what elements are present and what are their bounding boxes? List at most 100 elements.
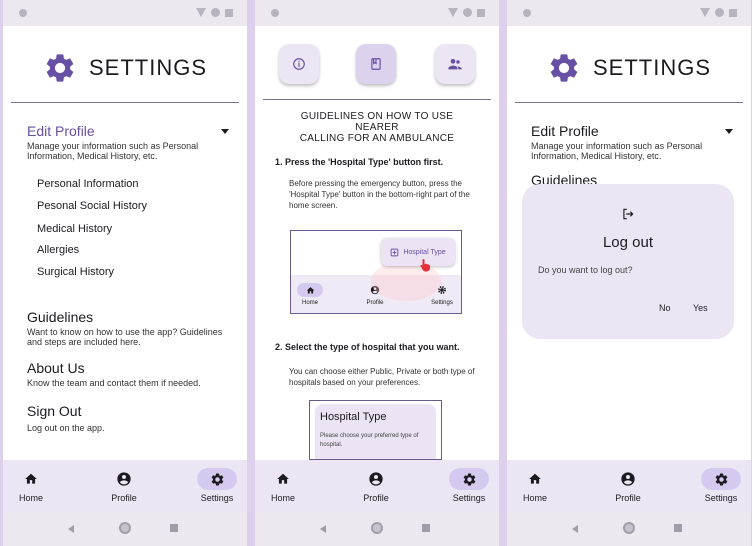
system-nav-bar xyxy=(507,512,751,546)
edit-profile-title[interactable]: Edit Profile xyxy=(531,123,739,139)
about-description: Know the team and contact them if needed… xyxy=(27,378,201,388)
chevron-down-icon[interactable] xyxy=(725,129,733,134)
signout-description: Log out on the app. xyxy=(27,423,105,433)
bottom-nav: Home Profile Settings xyxy=(507,460,751,512)
signout-title[interactable]: Sign Out xyxy=(27,403,235,419)
demo-hospital-type-label: Hospital Type xyxy=(403,248,446,256)
recents-icon[interactable] xyxy=(170,524,178,532)
signout-section[interactable]: Sign Out Log out on the app. xyxy=(27,403,235,433)
camera-dot-icon xyxy=(19,9,27,17)
home-icon[interactable] xyxy=(515,468,555,490)
demo-card-title: Hospital Type xyxy=(320,411,387,423)
edit-profile-description: Manage your information such as Personal… xyxy=(27,141,199,161)
dialog-title: Log out xyxy=(602,234,654,251)
wifi-icon xyxy=(448,8,458,17)
signal-icon xyxy=(211,8,220,17)
step-2-illustration: Hospital Type Please choose your preferr… xyxy=(309,400,442,460)
guide-book-button[interactable] xyxy=(356,44,396,84)
yes-button[interactable]: Yes xyxy=(693,303,708,313)
nav-profile[interactable]: Profile xyxy=(346,460,406,512)
sub-item-surgical-history[interactable]: Surgical History xyxy=(37,266,114,278)
guidelines-heading: GUIDELINES ON HOW TO USE NEARER CALLING … xyxy=(255,111,499,144)
nav-home-label: Home xyxy=(270,493,295,503)
nav-settings-label: Settings xyxy=(704,493,738,503)
home-icon xyxy=(297,283,323,297)
signal-icon xyxy=(715,8,724,17)
back-icon[interactable] xyxy=(68,525,74,533)
hospital-icon xyxy=(391,248,399,256)
hand-pointer-icon xyxy=(420,259,430,272)
chevron-down-icon[interactable] xyxy=(221,129,229,134)
gear-icon xyxy=(46,54,74,82)
gear-icon xyxy=(550,54,578,82)
page-title: SETTINGS xyxy=(88,55,207,80)
edit-profile-section[interactable]: Edit Profile Manage your information suc… xyxy=(27,123,235,161)
page-title: SETTINGS xyxy=(592,55,711,80)
gear-icon[interactable] xyxy=(701,468,741,490)
battery-icon xyxy=(477,8,485,17)
home-icon[interactable] xyxy=(263,468,303,490)
nav-profile[interactable]: Profile xyxy=(598,460,658,512)
sub-item-allergies[interactable]: Allergies xyxy=(37,244,79,256)
logout-dialog-screen: SETTINGS Edit Profile Manage your inform… xyxy=(507,0,751,546)
home-circle-icon[interactable] xyxy=(623,522,635,534)
team-button[interactable] xyxy=(435,44,475,84)
battery-icon xyxy=(729,8,737,17)
home-circle-icon[interactable] xyxy=(119,522,131,534)
wifi-icon xyxy=(196,8,206,17)
recents-icon[interactable] xyxy=(674,524,682,532)
status-bar xyxy=(3,0,247,26)
nav-profile-label: Profile xyxy=(363,493,389,503)
wifi-icon xyxy=(700,8,710,17)
profile-icon[interactable] xyxy=(104,468,144,490)
gear-icon[interactable] xyxy=(197,468,237,490)
edit-profile-section[interactable]: Edit Profile Manage your information suc… xyxy=(531,123,739,161)
guidelines-description: Want to know on how to use the app? Guid… xyxy=(27,327,223,347)
nav-settings[interactable]: Settings xyxy=(439,460,499,512)
guidelines-title[interactable]: Guidelines xyxy=(27,309,235,325)
sub-item-personal-information[interactable]: Personal Information xyxy=(37,178,139,190)
no-button[interactable]: No xyxy=(659,303,671,313)
guidelines-section[interactable]: Guidelines Want to know on how to use th… xyxy=(27,309,235,347)
profile-icon[interactable] xyxy=(608,468,648,490)
bottom-nav: Home Profile Settings xyxy=(3,460,247,512)
nav-settings[interactable]: Settings xyxy=(691,460,751,512)
book-icon xyxy=(371,58,381,70)
demo-settings-label: Settings xyxy=(431,300,453,306)
step-2-text: You can choose either Public, Private or… xyxy=(289,367,475,387)
sub-item-social-history[interactable]: Pesonal Social History xyxy=(37,200,147,212)
home-circle-icon[interactable] xyxy=(371,522,383,534)
demo-hospital-type-button: Hospital Type xyxy=(381,238,455,266)
about-title[interactable]: About Us xyxy=(27,360,235,376)
home-icon[interactable] xyxy=(11,468,51,490)
logout-icon xyxy=(623,208,634,220)
nav-home[interactable]: Home xyxy=(507,460,565,512)
system-nav-bar xyxy=(3,512,247,546)
status-bar xyxy=(507,0,751,26)
system-nav-bar xyxy=(255,512,499,546)
info-button[interactable] xyxy=(279,44,319,84)
edit-profile-title[interactable]: Edit Profile xyxy=(27,123,235,139)
heading-line-2: NEARER xyxy=(355,122,399,133)
nav-profile[interactable]: Profile xyxy=(94,460,154,512)
camera-dot-icon xyxy=(523,9,531,17)
status-bar xyxy=(255,0,499,26)
nav-settings[interactable]: Settings xyxy=(187,460,247,512)
gear-icon[interactable] xyxy=(449,468,489,490)
about-section[interactable]: About Us Know the team and contact them … xyxy=(27,360,235,388)
back-icon[interactable] xyxy=(572,525,578,533)
nav-home[interactable]: Home xyxy=(255,460,313,512)
guidelines-screen: GUIDELINES ON HOW TO USE NEARER CALLING … xyxy=(255,0,499,546)
signal-icon xyxy=(463,8,472,17)
nav-home[interactable]: Home xyxy=(3,460,61,512)
recents-icon[interactable] xyxy=(422,524,430,532)
demo-profile-label: Profile xyxy=(366,300,384,306)
nav-profile-label: Profile xyxy=(615,493,641,503)
sub-item-medical-history[interactable]: Medical History xyxy=(37,223,112,235)
back-icon[interactable] xyxy=(320,525,326,533)
profile-icon[interactable] xyxy=(356,468,396,490)
heading-line-3: CALLING FOR AN AMBULANCE xyxy=(299,133,455,144)
step-1-text: Before pressing the emergency button, pr… xyxy=(289,179,470,210)
settings-header: SETTINGS xyxy=(3,48,247,88)
header-divider xyxy=(263,99,491,100)
